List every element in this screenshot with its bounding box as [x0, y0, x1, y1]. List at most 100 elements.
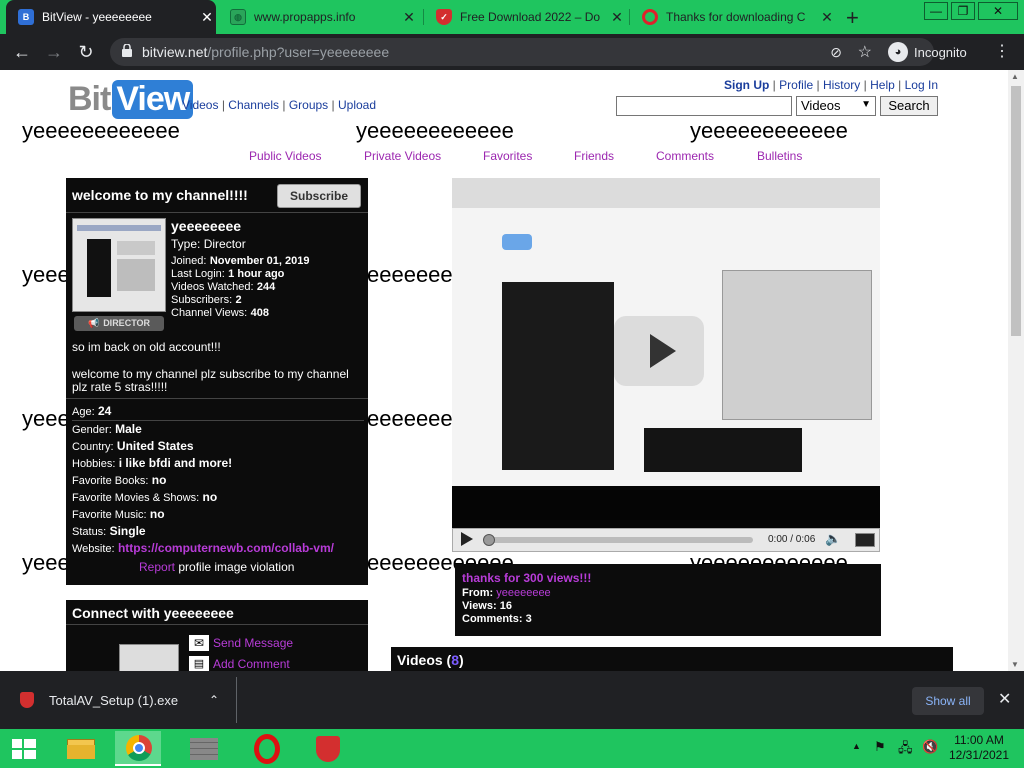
tab-friends[interactable]: Friends	[574, 149, 614, 163]
videos-heading: Videos (8)	[397, 652, 464, 668]
video-title-link[interactable]: thanks for 300 views!!!	[462, 571, 591, 585]
chevron-up-icon[interactable]: ⌃	[209, 693, 219, 707]
help-link[interactable]: Help	[870, 78, 895, 92]
envelope-icon: ✉	[189, 635, 209, 651]
download-bar: TotalAV_Setup (1).exe ⌃ Show all ✕	[0, 671, 1024, 729]
globe-icon: ◍	[230, 9, 246, 25]
background-username-text: yeeeeeeeeeeee	[22, 118, 180, 143]
director-badge: 📢 DIRECTOR	[74, 316, 164, 331]
forward-icon[interactable]: →	[42, 40, 66, 64]
menu-kebab-icon[interactable]: ⋮	[990, 40, 1014, 64]
megaphone-icon: 📢	[87, 318, 100, 328]
firewall-app-icon[interactable]	[180, 731, 226, 766]
network-icon[interactable]: 🖧	[898, 739, 913, 761]
tab-strip: B BitView - yeeeeeeee ✕ ◍ www.propapps.i…	[0, 0, 1024, 34]
tab-propapps[interactable]: ◍ www.propapps.info ✕	[218, 0, 418, 34]
new-tab-button[interactable]: +	[846, 5, 859, 31]
site-search-input[interactable]	[616, 96, 792, 116]
close-download-bar-icon[interactable]: ✕	[998, 689, 1011, 709]
tab-free-download[interactable]: ✓ Free Download 2022 – Do ✕	[424, 0, 626, 34]
history-link[interactable]: History	[823, 78, 860, 92]
nav-videos-link[interactable]: Videos	[182, 98, 218, 112]
videos-count[interactable]: 8	[451, 652, 459, 668]
close-window-icon[interactable]: ✕	[978, 2, 1018, 20]
tray-overflow-icon[interactable]: ▲	[852, 741, 861, 751]
minimize-icon[interactable]: —	[924, 2, 948, 20]
back-icon[interactable]: ←	[10, 40, 34, 64]
connect-avatar[interactable]	[119, 644, 179, 671]
shield-icon	[20, 692, 34, 708]
fullscreen-icon[interactable]	[855, 533, 875, 547]
detail-music: Favorite Music: no	[72, 507, 165, 521]
add-comment-row[interactable]: ▤ Add Comment	[189, 656, 290, 671]
detail-books: Favorite Books: no	[72, 473, 167, 487]
start-button[interactable]	[0, 731, 48, 766]
url-domain: bitview.net	[142, 44, 208, 60]
tab-comments[interactable]: Comments	[656, 149, 714, 163]
scrollbar-thumb[interactable]	[1011, 86, 1021, 336]
tab-thanks-downloading[interactable]: Thanks for downloading C ✕	[630, 0, 836, 34]
close-tab-icon[interactable]: ✕	[608, 9, 626, 26]
chevron-down-icon: ▼	[861, 99, 871, 110]
profile-link[interactable]: Profile	[779, 78, 813, 92]
avatar[interactable]	[72, 218, 166, 312]
close-tab-icon[interactable]: ✕	[818, 9, 836, 26]
website-link[interactable]: https://computernewb.com/collab-vm/	[118, 541, 334, 555]
subscribe-button[interactable]: Subscribe	[277, 184, 361, 208]
bookmark-star-icon[interactable]: ☆	[858, 42, 872, 62]
action-center-flag-icon[interactable]: ⚑	[874, 739, 886, 755]
address-bar[interactable]: bitview.net/profile.php?user=yeeeeeeee ⊘…	[110, 38, 934, 66]
volume-muted-icon[interactable]: 🔇	[922, 739, 938, 755]
chrome-icon[interactable]	[115, 731, 161, 766]
seek-handle[interactable]	[483, 534, 495, 546]
web-page: yeeeeeeeeeeee yeeeeeeeeeeee yeeeeeeeeeee…	[0, 70, 1008, 671]
detail-status: Status: Single	[72, 524, 146, 538]
tab-favorites[interactable]: Favorites	[483, 149, 532, 163]
search-scope-select[interactable]: Videos ▼	[796, 96, 876, 116]
player-controls: 0:00 / 0:06 🔈	[452, 528, 880, 552]
nav-channels-link[interactable]: Channels	[228, 98, 279, 112]
bitview-logo[interactable]: Bit View	[68, 80, 194, 119]
sign-up-link[interactable]: Sign Up	[724, 78, 769, 92]
tab-private-videos[interactable]: Private Videos	[364, 149, 441, 163]
close-tab-icon[interactable]: ✕	[400, 9, 418, 26]
channel-username: yeeeeeeee	[171, 218, 242, 234]
play-button[interactable]	[461, 532, 473, 546]
connect-heading: Connect with yeeeeeeee	[72, 605, 234, 621]
tab-bitview[interactable]: B BitView - yeeeeeeee ✕	[6, 0, 216, 34]
channel-heading: welcome to my channel!!!!	[72, 187, 248, 203]
search-button[interactable]: Search	[880, 96, 938, 116]
download-filename: TotalAV_Setup (1).exe	[49, 692, 179, 708]
page-scrollbar[interactable]: ▲ ▼	[1008, 70, 1024, 671]
system-clock[interactable]: 11:00 AM 12/31/2021	[944, 733, 1014, 763]
tab-public-videos[interactable]: Public Videos	[249, 149, 322, 163]
nav-groups-link[interactable]: Groups	[289, 98, 328, 112]
send-message-link[interactable]: Send Message	[213, 636, 293, 650]
download-item[interactable]: TotalAV_Setup (1).exe ⌃	[0, 671, 237, 729]
tracking-off-icon[interactable]: ⊘	[830, 44, 842, 61]
play-overlay-button[interactable]	[614, 316, 704, 386]
show-all-button[interactable]: Show all	[912, 687, 984, 715]
videos-section: Videos (8)	[391, 647, 953, 671]
totalav-taskbar-icon[interactable]	[304, 731, 350, 766]
background-username-text: yeeeeeeeeeeee	[356, 118, 514, 143]
restore-icon[interactable]: ❐	[951, 2, 975, 20]
incognito-indicator[interactable]: ◕ Incognito	[888, 41, 967, 63]
detail-gender: Gender: Male	[72, 422, 142, 436]
nav-upload-link[interactable]: Upload	[338, 98, 376, 112]
report-link[interactable]: Report	[139, 560, 175, 574]
video-author-link[interactable]: yeeeeeeee	[496, 587, 550, 599]
video-info-panel: thanks for 300 views!!! From: yeeeeeeee …	[455, 564, 881, 636]
video-thumbnail[interactable]	[452, 178, 880, 528]
tab-bulletins[interactable]: Bulletins	[757, 149, 802, 163]
opera-taskbar-icon[interactable]	[244, 731, 290, 766]
close-tab-icon[interactable]: ✕	[198, 9, 216, 26]
add-comment-link[interactable]: Add Comment	[213, 657, 290, 671]
volume-icon[interactable]: 🔈	[825, 531, 841, 547]
subscriber-count: 2	[235, 294, 242, 306]
file-explorer-icon[interactable]	[58, 731, 104, 766]
send-message-row[interactable]: ✉ Send Message	[189, 635, 293, 651]
seek-bar[interactable]	[483, 534, 753, 546]
log-in-link[interactable]: Log In	[905, 78, 938, 92]
reload-icon[interactable]: ↻	[74, 40, 98, 64]
